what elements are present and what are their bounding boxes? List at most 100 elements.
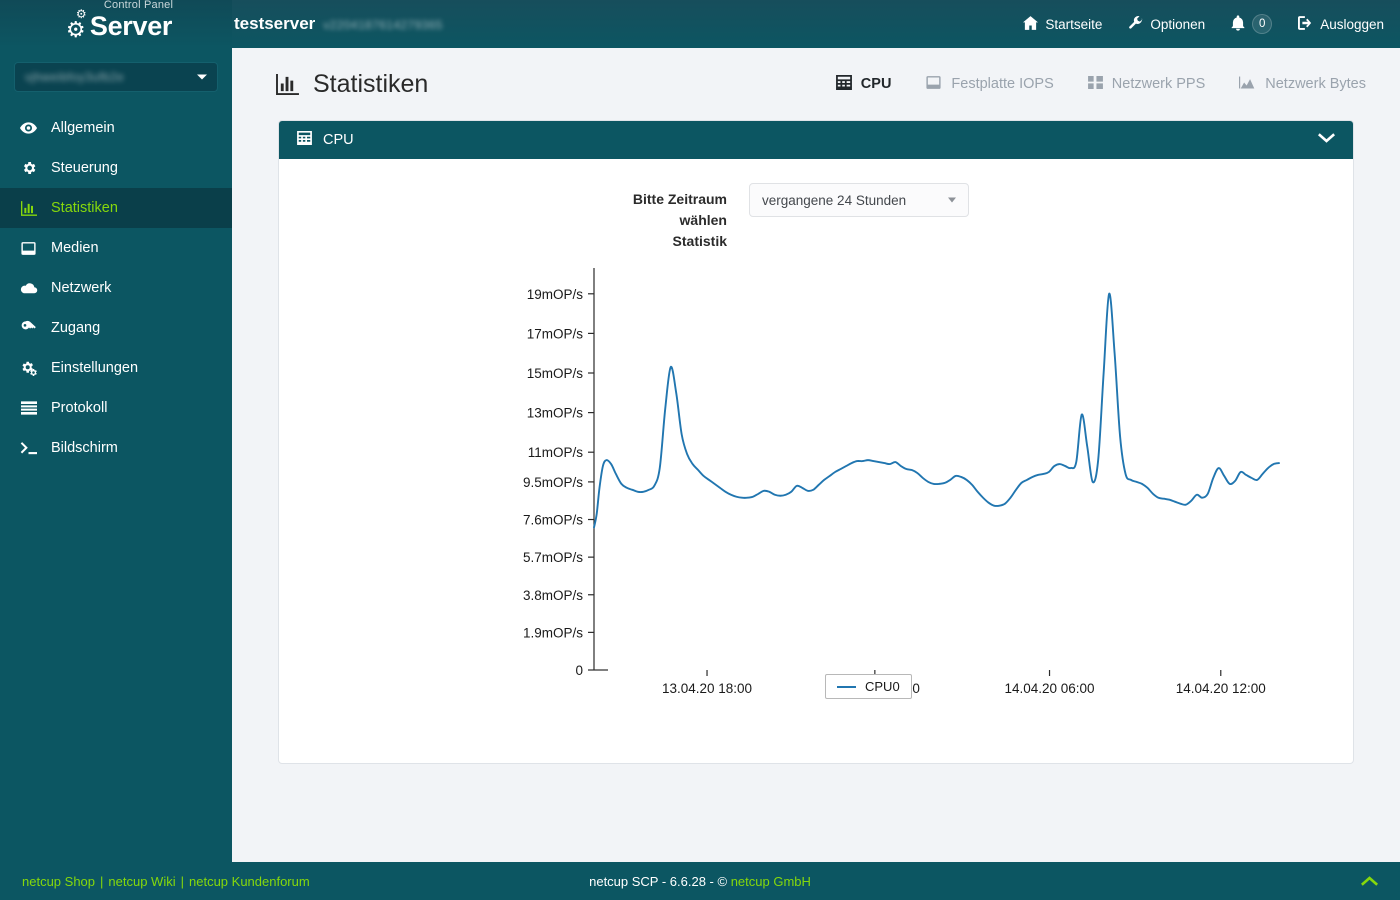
timerange-select[interactable]: vergangene 24 Stunden: [749, 183, 969, 217]
panel-header: CPU: [279, 121, 1353, 159]
logout-button[interactable]: Ausloggen: [1298, 16, 1384, 33]
server-selector[interactable]: vjhweibfoy3ufb2e: [14, 62, 218, 92]
tab-netzwerk-pps[interactable]: Netzwerk PPS: [1088, 76, 1205, 93]
timerange-select-value: vergangene 24 Stunden: [762, 193, 906, 208]
svg-text:11mOP/s: 11mOP/s: [528, 445, 584, 460]
timerange-label-line2: wählen: [287, 210, 727, 231]
legend-line-swatch: [837, 686, 856, 688]
svg-text:14.04.20 06:00: 14.04.20 06:00: [1004, 681, 1094, 696]
sidebar-item-protokoll[interactable]: Protokoll: [0, 388, 232, 428]
timerange-form: Bitte Zeitraum wählen Statistik vergange…: [279, 183, 1353, 252]
sidebar-item-statistiken[interactable]: Statistiken: [0, 188, 232, 228]
chevron-down-icon[interactable]: [1318, 132, 1335, 148]
sidebar-item-steuerung[interactable]: Steuerung: [0, 148, 232, 188]
list-icon: [19, 401, 38, 415]
svg-text:9.5mOP/s: 9.5mOP/s: [523, 475, 583, 490]
footer-link-netcup-gmbh[interactable]: netcup GmbH: [731, 874, 811, 889]
tab-netzwerk-bytes[interactable]: Netzwerk Bytes: [1239, 76, 1366, 93]
server-id: v2204187614279365: [323, 18, 443, 32]
server-selector-value: vjhweibfoy3ufb2e: [25, 70, 124, 84]
nav-label: Optionen: [1150, 17, 1205, 32]
server-name: testserver: [234, 14, 315, 34]
terminal-icon: [19, 442, 38, 455]
sidebar-nav: Allgemein Steuerung Statistiken Medien: [0, 108, 232, 468]
panel-title: CPU: [323, 132, 354, 148]
sidebar-item-medien[interactable]: Medien: [0, 228, 232, 268]
page-title-text: Statistiken: [313, 70, 428, 99]
svg-text:7.6mOP/s: 7.6mOP/s: [523, 513, 583, 528]
gears-icon: [19, 360, 38, 377]
page-title: Statistiken: [276, 70, 428, 99]
top-header: testserver v2204187614279365 Startseite …: [232, 0, 1400, 48]
blocks-icon: [1088, 76, 1103, 93]
sidebar-item-allgemein[interactable]: Allgemein: [0, 108, 232, 148]
eye-icon: [19, 122, 38, 134]
grid-icon: [297, 131, 312, 149]
tab-label: Festplatte IOPS: [951, 76, 1053, 92]
footer-link-shop[interactable]: netcup Shop: [22, 874, 95, 889]
nav-startseite[interactable]: Startseite: [1023, 16, 1102, 33]
footer-separator: |: [100, 874, 103, 889]
page-header: Statistiken CPU Festplatte IOPS: [232, 48, 1400, 120]
area-chart-icon: [1239, 76, 1256, 93]
svg-text:19mOP/s: 19mOP/s: [527, 287, 584, 302]
chart-legend: CPU0: [825, 674, 912, 699]
brand-title: Server: [90, 11, 172, 41]
footer-version: netcup SCP - 6.6.28 - ©: [589, 874, 731, 889]
sidebar-item-label: Einstellungen: [51, 360, 138, 376]
bell-icon: [1231, 15, 1245, 34]
hard-drive-icon: [19, 242, 38, 255]
nav-label: Startseite: [1045, 17, 1102, 32]
svg-text:13.04.20 18:00: 13.04.20 18:00: [662, 681, 752, 696]
tab-label: Netzwerk PPS: [1112, 76, 1205, 92]
brand-subtitle: Control Panel: [104, 0, 173, 11]
cpu-chart-svg: 19mOP/s 17mOP/s 15mOP/s 13mOP/s 11mOP/s 9.5mO…: [279, 260, 1354, 730]
sidebar-item-zugang[interactable]: Zugang: [0, 308, 232, 348]
svg-text:0: 0: [575, 663, 583, 678]
timerange-label-line1: Bitte Zeitraum: [287, 189, 727, 210]
svg-text:3.8mOP/s: 3.8mOP/s: [523, 588, 583, 603]
sidebar-item-netzwerk[interactable]: Netzwerk: [0, 268, 232, 308]
grid-icon: [836, 75, 852, 94]
app-root: ⚙⚙ Control Panel Server vjhweibfoy3ufb2e…: [0, 0, 1400, 900]
tab-festplatte-iops[interactable]: Festplatte IOPS: [925, 76, 1053, 93]
tab-label: Netzwerk Bytes: [1265, 76, 1366, 92]
notifications-button[interactable]: 0: [1231, 14, 1272, 34]
sidebar-item-label: Statistiken: [51, 200, 118, 216]
sidebar-item-label: Zugang: [51, 320, 100, 336]
footer-link-wiki[interactable]: netcup Wiki: [108, 874, 175, 889]
cpu-panel: CPU Bitte Zeitraum wählen Statistik verg…: [278, 120, 1354, 764]
tab-cpu[interactable]: CPU: [836, 75, 892, 94]
sidebar-item-einstellungen[interactable]: Einstellungen: [0, 348, 232, 388]
sidebar-item-label: Medien: [51, 240, 99, 256]
svg-text:17mOP/s: 17mOP/s: [527, 326, 584, 341]
gear-icon: [19, 160, 38, 176]
sign-out-icon: [1298, 16, 1313, 33]
sidebar-item-bildschirm[interactable]: Bildschirm: [0, 428, 232, 468]
tab-label: CPU: [861, 76, 892, 92]
nav-optionen[interactable]: Optionen: [1128, 15, 1205, 33]
gear-icon: ⚙⚙: [60, 7, 90, 41]
chevron-up-icon[interactable]: [1361, 873, 1378, 890]
cpu-chart: 19mOP/s 17mOP/s 15mOP/s 13mOP/s 11mOP/s 9.5mO…: [279, 260, 1353, 730]
footer-link-kundenforum[interactable]: netcup Kundenforum: [189, 874, 310, 889]
timerange-label-line3: Statistik: [287, 231, 727, 252]
main-content: Statistiken CPU Festplatte IOPS: [232, 48, 1400, 862]
svg-text:5.7mOP/s: 5.7mOP/s: [523, 550, 583, 565]
svg-text:1.9mOP/s: 1.9mOP/s: [523, 625, 583, 640]
sidebar-item-label: Allgemein: [51, 120, 115, 136]
stat-tabs: CPU Festplatte IOPS Netzwerk PPS: [836, 75, 1366, 94]
sidebar: ⚙⚙ Control Panel Server vjhweibfoy3ufb2e…: [0, 0, 232, 862]
hard-drive-icon: [925, 76, 942, 93]
footer-links: netcup Shop|netcup Wiki|netcup Kundenfor…: [22, 874, 310, 889]
svg-text:15mOP/s: 15mOP/s: [527, 366, 584, 381]
notification-count: 0: [1252, 14, 1272, 34]
legend-label: CPU0: [865, 679, 900, 694]
logout-label: Ausloggen: [1320, 17, 1384, 32]
brand-logo[interactable]: ⚙⚙ Control Panel Server: [0, 0, 232, 48]
footer: netcup Shop|netcup Wiki|netcup Kundenfor…: [0, 862, 1400, 900]
server-title: testserver v2204187614279365: [232, 14, 443, 34]
sidebar-item-label: Bildschirm: [51, 440, 118, 456]
panel-body: Bitte Zeitraum wählen Statistik vergange…: [279, 159, 1353, 764]
svg-text:13mOP/s: 13mOP/s: [527, 406, 584, 421]
